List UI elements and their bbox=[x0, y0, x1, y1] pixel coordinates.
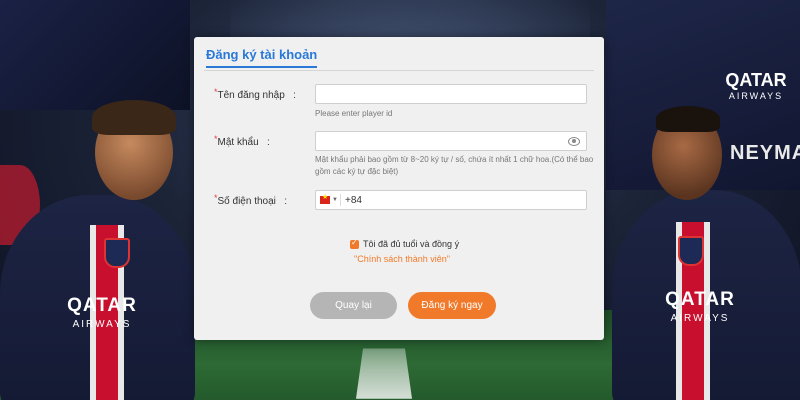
phone-label: *Số điện thoại : bbox=[214, 193, 288, 207]
password-hint: Mật khẩu phải bao gồm từ 8~20 ký tự / số… bbox=[315, 155, 594, 176]
pitch-line bbox=[355, 348, 413, 399]
agree-text: Tôi đã đủ tuổi và đồng ý bbox=[363, 239, 460, 249]
label-colon: : bbox=[293, 90, 296, 101]
sponsor-logo-left: QATAR AIRWAYS bbox=[67, 295, 137, 330]
modal-title: Đăng ký tài khoản bbox=[206, 47, 318, 68]
username-input[interactable] bbox=[316, 85, 586, 103]
title-divider bbox=[204, 70, 594, 71]
country-code-select[interactable]: ▼ bbox=[320, 193, 338, 206]
required-mark: * bbox=[214, 193, 218, 203]
password-label: *Mật khẩu : bbox=[214, 134, 270, 148]
username-label-text: Tên đăng nhập bbox=[217, 90, 285, 101]
password-label-text: Mật khẩu bbox=[217, 137, 259, 148]
required-mark: * bbox=[214, 87, 218, 97]
phone-country-prefix: +84 bbox=[345, 195, 362, 206]
required-mark: * bbox=[214, 134, 218, 144]
player-right-hair bbox=[656, 106, 720, 132]
register-modal: Đăng ký tài khoản *Tên đăng nhập : Pleas… bbox=[194, 37, 604, 340]
policy-link[interactable]: "Chính sách thành viên" bbox=[354, 254, 450, 264]
vietnam-flag-icon bbox=[320, 193, 331, 204]
register-button[interactable]: Đăng ký ngay bbox=[408, 292, 496, 319]
phone-input-box[interactable]: ▼ +84 bbox=[315, 190, 587, 210]
username-hint: Please enter player id bbox=[315, 109, 393, 118]
password-input[interactable] bbox=[316, 132, 586, 150]
chevron-down-icon: ▼ bbox=[332, 197, 338, 203]
username-label: *Tên đăng nhập : bbox=[214, 87, 296, 101]
club-badge-icon bbox=[104, 238, 130, 268]
agree-row[interactable]: Tôi đã đủ tuổi và đồng ý bbox=[350, 238, 460, 249]
divider bbox=[340, 194, 341, 206]
player-left-hair bbox=[92, 100, 176, 135]
agree-checkbox-icon[interactable] bbox=[350, 238, 359, 249]
back-button[interactable]: Quay lại bbox=[310, 292, 397, 319]
club-badge-icon bbox=[678, 236, 704, 266]
sponsor-logo-right: QATAR AIRWAYS bbox=[665, 289, 735, 324]
password-input-box[interactable] bbox=[315, 131, 587, 151]
label-colon: : bbox=[284, 196, 288, 207]
page-background: QATAR AIRWAYS NEYMAR QATAR AIRWAYS QATAR… bbox=[0, 0, 800, 400]
player-name-text: NEYMAR bbox=[730, 142, 800, 164]
phone-label-text: Số điện thoại bbox=[217, 196, 276, 207]
label-colon: : bbox=[267, 137, 270, 148]
username-input-box[interactable] bbox=[315, 84, 587, 104]
eye-icon[interactable] bbox=[568, 137, 580, 146]
background-sponsor-top-right: QATAR AIRWAYS bbox=[725, 70, 787, 101]
background-jersey-top-left bbox=[0, 0, 190, 110]
